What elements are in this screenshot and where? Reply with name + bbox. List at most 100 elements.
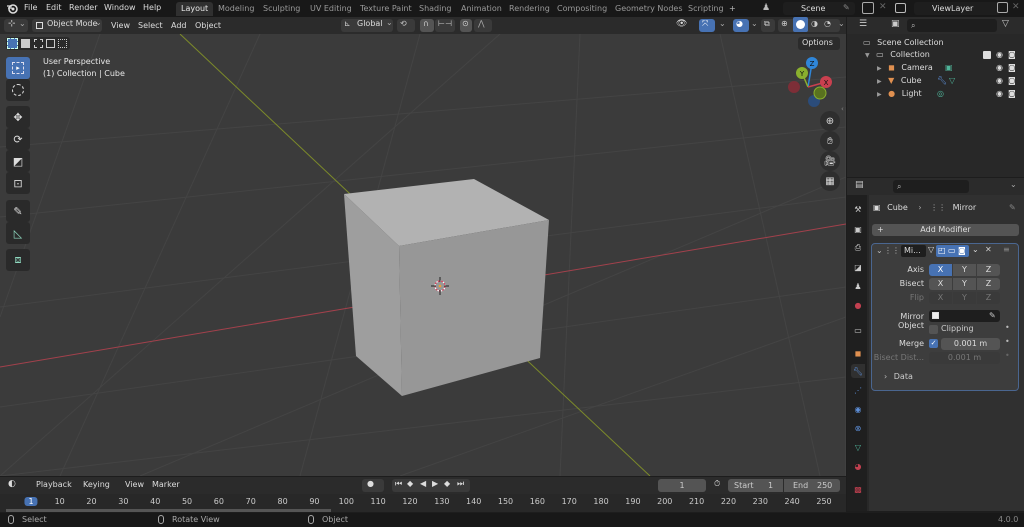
outliner-scene-collection[interactable]: ▭ Scene Collection — [863, 37, 944, 49]
frame-tick[interactable]: 140 — [466, 497, 481, 506]
flip-z-toggle[interactable]: Z — [977, 292, 1000, 304]
tab-constraints[interactable]: ⊗ — [851, 421, 865, 435]
add-modifier-button[interactable]: + Add Modifier — [872, 224, 1019, 236]
tab-uv-editing[interactable]: UV Editing — [305, 2, 357, 16]
tab-scene[interactable]: ♟︎ — [851, 279, 865, 293]
menu-view[interactable]: View — [111, 19, 130, 32]
frame-tick[interactable]: 250 — [816, 497, 831, 506]
render-camera-icon[interactable]: ◙ — [1008, 88, 1016, 100]
eye-icon[interactable]: ◉ — [996, 62, 1003, 74]
drag-handle-icon[interactable]: ≡ — [1003, 245, 1010, 254]
navigation-gizmo[interactable]: Z Y X — [782, 55, 834, 117]
menu-window[interactable]: Window — [104, 3, 136, 12]
eye-icon[interactable]: ◉ — [996, 49, 1003, 61]
menu-view[interactable]: View — [125, 480, 144, 489]
tab-rendering[interactable]: Rendering — [504, 2, 555, 16]
menu-help[interactable]: Help — [143, 3, 161, 12]
pin-icon[interactable]: ✎ — [843, 3, 850, 12]
menu-edit[interactable]: Edit — [46, 3, 62, 12]
frame-tick[interactable]: 90 — [309, 497, 319, 506]
frame-tick[interactable]: 40 — [150, 497, 160, 506]
render-toggle-icon[interactable]: ◙ — [958, 245, 966, 257]
filter-view-icon[interactable]: ▣ — [891, 19, 900, 29]
tool-add-cube[interactable]: ⧈ — [6, 249, 30, 271]
frame-tick[interactable]: 100 — [339, 497, 354, 506]
select-intersect-icon[interactable] — [58, 39, 67, 48]
prev-keyframe-icon[interactable]: ◆ — [407, 479, 413, 488]
keyframe-dot-icon[interactable]: • — [1005, 351, 1010, 360]
frame-tick[interactable]: 220 — [721, 497, 736, 506]
frame-tick[interactable]: 200 — [657, 497, 672, 506]
frame-tick[interactable]: 160 — [530, 497, 545, 506]
menu-playback[interactable]: Playback — [36, 480, 72, 489]
bisect-x-toggle[interactable]: X — [929, 278, 952, 290]
tab-animation[interactable]: Animation — [456, 2, 507, 16]
chevron-down-icon[interactable]: ⌄ — [838, 19, 845, 28]
view-layer-field[interactable]: ViewLayer — [914, 2, 1000, 15]
pan-view-button[interactable]: ✋︎ — [820, 131, 840, 151]
gizmo-toggle[interactable]: ⤧ — [699, 19, 715, 32]
tab-scripting[interactable]: Scripting — [683, 2, 729, 16]
frame-tick[interactable]: 130 — [434, 497, 449, 506]
collapse-arrow-icon[interactable]: ⌄ — [876, 246, 883, 255]
remove-modifier-icon[interactable]: ✕ — [985, 245, 992, 254]
current-frame-marker[interactable]: 1 — [24, 497, 38, 506]
axis-y-toggle[interactable]: Y — [953, 264, 976, 276]
eye-icon[interactable]: ◉ — [996, 75, 1003, 87]
eyedropper-icon[interactable]: ✎ — [989, 310, 996, 322]
axis-x-toggle[interactable]: X — [929, 264, 952, 276]
tool-select-box[interactable]: ▸ — [6, 57, 30, 79]
tool-measure[interactable]: ◺ — [6, 222, 30, 244]
options-button[interactable]: Options — [798, 37, 840, 50]
scene-selector-icon[interactable]: ♟︎ — [762, 3, 770, 13]
select-subtract-icon[interactable] — [34, 39, 43, 48]
mode-selector[interactable]: Object Mode ⌄ — [32, 18, 102, 32]
filter-icon[interactable]: ▽ — [1002, 19, 1009, 29]
add-workspace-button[interactable]: + — [724, 2, 741, 16]
jump-end-icon[interactable]: ⏭ — [457, 479, 464, 489]
light-data-icon[interactable]: ◎ — [937, 88, 944, 100]
outliner-item-light[interactable]: ▶ ● Light ◎ ◉ ◙ — [877, 88, 1023, 100]
frame-tick[interactable]: 240 — [785, 497, 800, 506]
tool-scale[interactable]: ◩ — [6, 150, 30, 172]
frame-tick[interactable]: 80 — [278, 497, 288, 506]
mesh-data-icon[interactable]: ▽ — [949, 75, 955, 87]
start-frame-input[interactable]: Start 1 — [728, 479, 783, 492]
ortho-toggle-button[interactable]: ▦ — [820, 171, 840, 191]
delete-scene-icon[interactable]: ✕ — [879, 2, 887, 12]
frame-tick[interactable]: 60 — [214, 497, 224, 506]
display-mode-icon[interactable]: ☰ — [859, 19, 867, 29]
render-camera-icon[interactable]: ◙ — [1008, 75, 1016, 87]
3d-viewport[interactable]: ⊹ ⌄ Object Mode ⌄ View Select Add Object … — [0, 17, 846, 476]
tab-modifiers[interactable]: 🔧︎ — [851, 364, 865, 378]
tab-modeling[interactable]: Modeling — [213, 2, 259, 16]
outliner-search-input[interactable]: ⌕ — [907, 19, 997, 32]
frame-tick[interactable]: 10 — [55, 497, 65, 506]
tab-view-layer[interactable]: ◪ — [851, 260, 865, 274]
pin-icon[interactable]: ✎ — [1009, 202, 1016, 214]
bisect-distance-input[interactable]: 0.001 m — [929, 352, 1000, 364]
tab-output[interactable]: ⎙ — [851, 241, 865, 255]
frame-tick[interactable]: 230 — [753, 497, 768, 506]
falloff-button[interactable]: ⋀ — [474, 19, 492, 32]
tab-texture-paint[interactable]: Texture Paint — [355, 2, 417, 16]
menu-render[interactable]: Render — [69, 3, 97, 12]
view-layer-icon[interactable] — [895, 3, 906, 13]
stopwatch-icon[interactable]: ⏱ — [714, 479, 720, 489]
modifier-wrench-icon[interactable]: 🔧︎ — [937, 75, 947, 87]
tab-physics[interactable]: ◉ — [851, 402, 865, 416]
frame-tick[interactable]: 150 — [498, 497, 513, 506]
flip-x-toggle[interactable]: X — [929, 292, 952, 304]
expand-arrow-icon[interactable]: ▶ — [877, 78, 882, 85]
expand-arrow-icon[interactable]: ▼ — [865, 52, 870, 59]
timeline-scrollbar[interactable] — [6, 509, 331, 512]
material-shading-icon[interactable]: ◑ — [811, 19, 818, 28]
menu-add[interactable]: Add — [171, 19, 187, 32]
merge-distance-input[interactable]: 0.001 m — [941, 338, 1000, 350]
wireframe-shading-icon[interactable]: ⊕ — [781, 19, 788, 28]
frame-tick[interactable]: 210 — [689, 497, 704, 506]
merge-checkbox[interactable]: ✓ — [929, 339, 938, 348]
select-new-icon[interactable] — [7, 38, 18, 49]
menu-marker[interactable]: Marker — [152, 480, 180, 489]
auto-keying-toggle[interactable]: ● — [362, 479, 384, 492]
